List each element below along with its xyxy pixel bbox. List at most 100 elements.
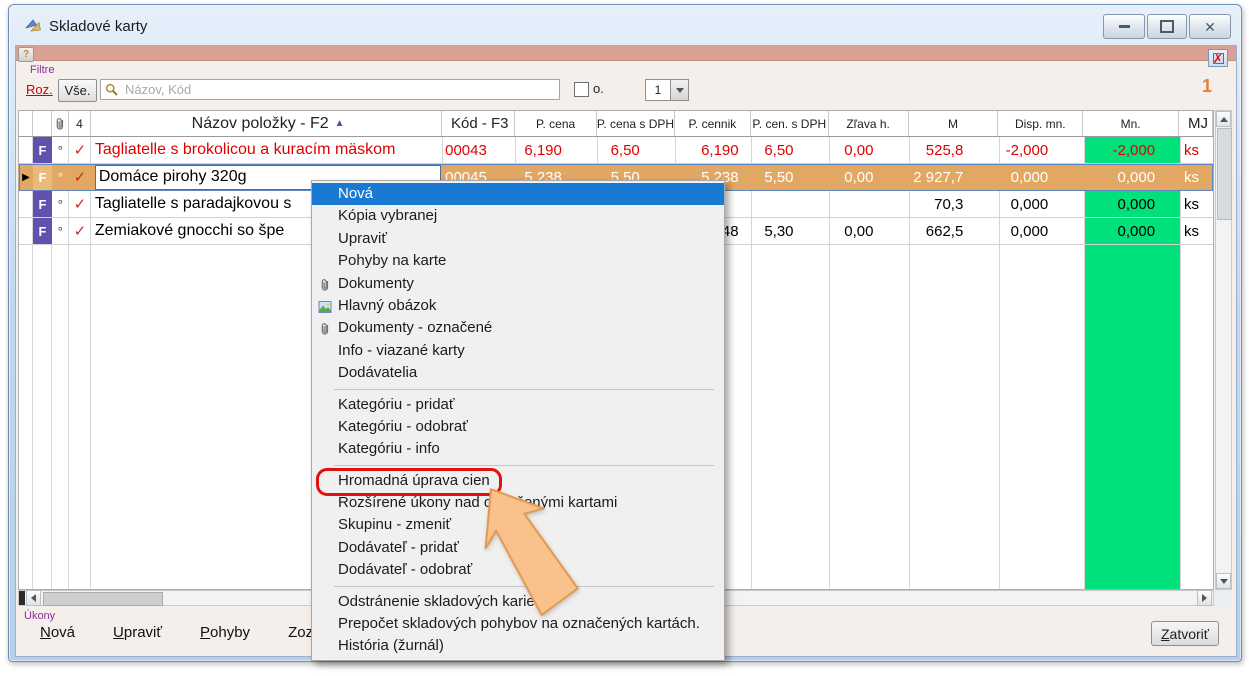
cell-m[interactable]: 662,5 [908,218,998,244]
cell-marker[interactable] [19,191,33,217]
cell-disp[interactable]: -2,000 [998,137,1083,163]
horizontal-scroll-thumb[interactable] [43,592,163,606]
menu-item[interactable]: História (žurnál) [312,635,724,657]
cell-p_cen_s_dph[interactable]: 5,30 [751,218,829,244]
minimize-button[interactable] [1103,14,1145,39]
menu-item[interactable]: Kategóriu - odobrať [312,416,724,438]
menu-item[interactable]: Dodávatelia [312,362,724,384]
cell-mn[interactable]: -2,000 [1083,137,1179,163]
cell-f[interactable]: F [33,218,52,244]
action-link-pohyby[interactable]: Pohyby [200,624,250,641]
column-header-marker[interactable] [19,111,33,136]
column-header-p_cen_s_dph[interactable]: P. cen. s DPH [751,111,829,136]
column-header-kod[interactable]: Kód - F3 [442,111,515,136]
cell-mn[interactable]: 0,000 [1083,218,1179,244]
cell-p_cen_s_dph[interactable]: 5,50 [751,164,829,190]
column-header-f[interactable] [33,111,52,136]
cell-mj[interactable]: ks [1179,164,1213,190]
menu-item[interactable]: Nová [312,183,724,205]
cell-check[interactable]: ✓ [69,191,91,217]
cell-zlava[interactable] [829,191,909,217]
cell-mn[interactable]: 0,000 [1083,191,1179,217]
scroll-left-button[interactable] [26,590,41,606]
column-header-m[interactable]: M [909,111,999,136]
menu-item[interactable]: Skupinu - zmeniť [312,514,724,536]
cell-mj[interactable]: ks [1179,191,1213,217]
menu-item[interactable]: Dokumenty [312,273,724,295]
menu-item[interactable]: Rozšírené úkony nad označenými kartami [312,492,724,514]
menu-item[interactable]: Dodávateľ - odobrať [312,559,724,581]
cell-marker[interactable]: ▶ [19,164,33,190]
column-header-check[interactable]: 4 [69,111,91,136]
cell-mj[interactable]: ks [1179,218,1213,244]
menu-item[interactable]: Kategóriu - info [312,438,724,460]
help-button[interactable]: ? [18,47,34,62]
vertical-scrollbar[interactable] [1215,110,1232,590]
cell-dot[interactable]: ° [52,137,69,163]
cell-p_cennik[interactable]: 6,190 [675,137,751,163]
cell-dot[interactable]: ° [52,191,69,217]
menu-item[interactable]: Hlavný obázok [312,295,724,317]
cell-kod[interactable]: 00043 [442,137,515,163]
cell-zlava[interactable]: 0,00 [829,164,909,190]
cell-p_cen_s_dph[interactable]: 6,50 [751,137,829,163]
menu-item[interactable]: Pohyby na karte [312,250,724,272]
clear-filter-button[interactable]: ✗ [1208,49,1228,67]
cell-f[interactable]: F [33,164,52,190]
action-link-upravi-[interactable]: Upraviť [113,624,162,641]
search-input[interactable] [100,79,560,100]
cell-zlava[interactable]: 0,00 [829,137,909,163]
menu-item-annotated[interactable]: Hromadná úprava cien [312,470,724,492]
cell-mn[interactable]: 0,000 [1083,164,1179,190]
column-header-mj[interactable]: MJ [1179,111,1213,136]
cell-marker[interactable] [19,218,33,244]
cell-m[interactable]: 525,8 [908,137,998,163]
column-splitter-handle[interactable] [19,591,25,605]
menu-item[interactable]: Info - viazané karty [312,340,724,362]
show-all-button[interactable]: Vše. [58,79,97,102]
cell-check[interactable]: ✓ [69,137,91,163]
menu-item[interactable]: Dodávateľ - pridať [312,537,724,559]
menu-item[interactable]: Kategóriu - pridať [312,394,724,416]
menu-item[interactable]: Odstránenie skladových kariet [312,591,724,613]
cell-mj[interactable]: ks [1179,137,1213,163]
cell-check[interactable]: ✓ [69,218,91,244]
column-header-dot[interactable] [52,111,69,136]
column-header-disp[interactable]: Disp. mn. [998,111,1083,136]
column-header-mn[interactable]: Mn. [1083,111,1179,136]
menu-item[interactable]: Prepočet skladových pohybov na označenýc… [312,613,724,635]
cell-marker[interactable] [19,137,33,163]
cell-dot[interactable]: ° [52,164,69,190]
column-header-p_cennik[interactable]: P. cennik [675,111,751,136]
page-selector[interactable]: 1 [645,79,689,101]
cell-p_cena_dph[interactable]: 6,50 [597,137,675,163]
vertical-scroll-thumb[interactable] [1217,128,1232,220]
menu-item[interactable]: Upraviť [312,228,724,250]
menu-item[interactable]: Kópia vybranej [312,205,724,227]
cell-name[interactable]: Tagliatelle s brokolicou a kuracím mäsko… [91,137,442,163]
cell-f[interactable]: F [33,137,52,163]
cell-disp[interactable]: 0,000 [998,164,1083,190]
column-header-p_cena[interactable]: P. cena [515,111,597,136]
column-header-zlava[interactable]: Zľava h. [829,111,909,136]
cell-p_cen_s_dph[interactable] [751,191,829,217]
scroll-up-button[interactable] [1216,111,1231,127]
cell-m[interactable]: 70,3 [908,191,998,217]
cell-zlava[interactable]: 0,00 [829,218,909,244]
close-button[interactable]: ✕ [1189,14,1231,39]
cell-dot[interactable]: ° [52,218,69,244]
close-window-button[interactable]: Zatvoriť [1151,621,1219,646]
cell-disp[interactable]: 0,000 [998,218,1083,244]
title-bar[interactable]: Skladové karty ✕ [9,5,1241,45]
table-row[interactable]: F°✓Tagliatelle s brokolicou a kuracím mä… [19,137,1213,164]
cell-p_cena[interactable]: 6,190 [515,137,597,163]
o-checkbox[interactable] [574,82,589,97]
column-header-p_cena_dph[interactable]: P. cena s DPH [597,111,675,136]
cell-m[interactable]: 2 927,7 [908,164,998,190]
cell-disp[interactable]: 0,000 [998,191,1083,217]
action-link-nov-[interactable]: Nová [40,624,75,641]
cell-check[interactable]: ✓ [69,164,91,190]
chevron-down-icon[interactable] [670,80,688,100]
maximize-button[interactable] [1147,14,1187,39]
menu-item[interactable]: Dokumenty - označené [312,317,724,339]
